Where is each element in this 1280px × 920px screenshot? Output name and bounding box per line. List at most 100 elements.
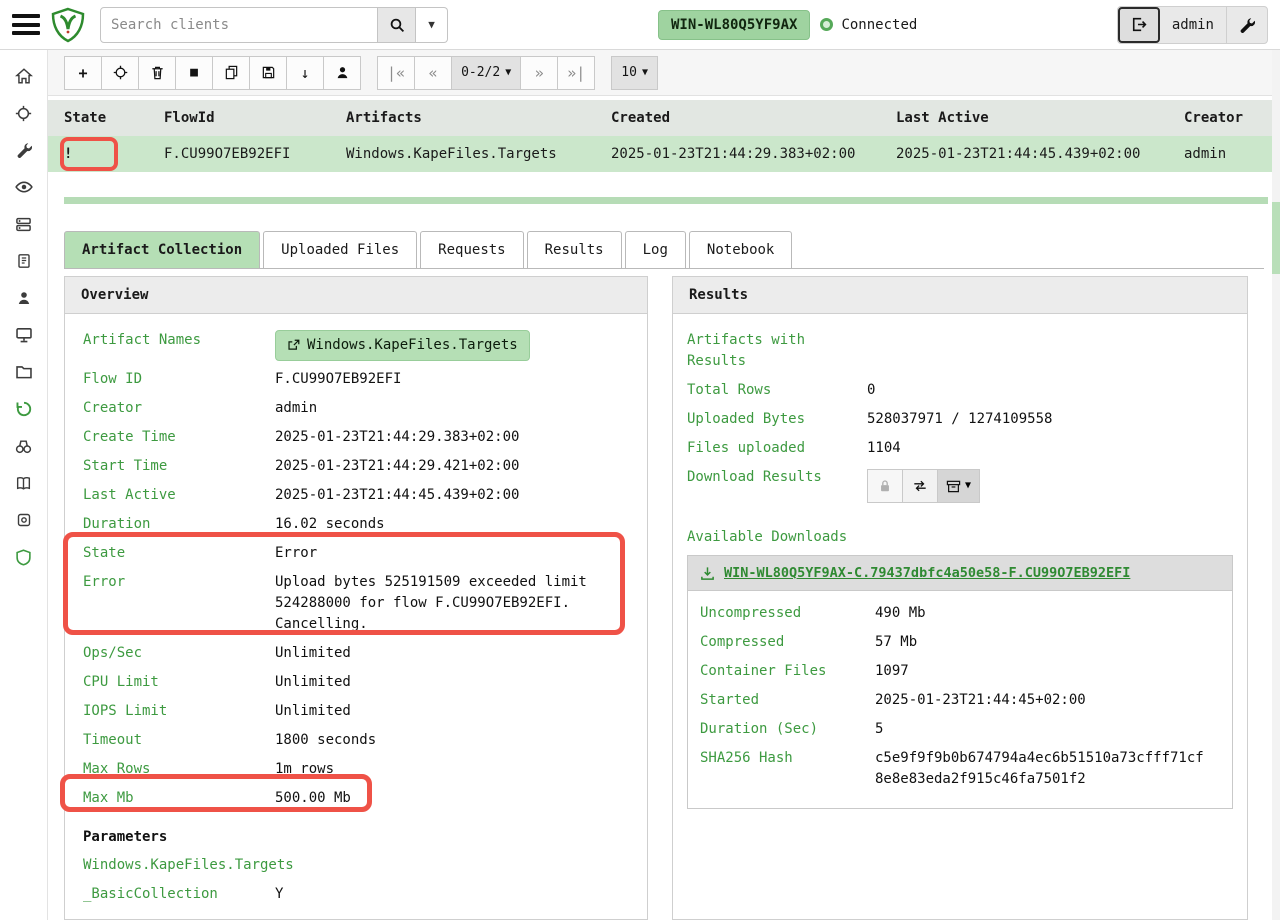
- connection-status: Connected: [820, 17, 917, 33]
- col-last-active[interactable]: Last Active: [880, 110, 1168, 126]
- copy-collection-button[interactable]: [212, 56, 250, 90]
- nav-sidebar: [0, 50, 48, 920]
- swap-arrows-icon: [913, 479, 927, 493]
- search-options-dropdown[interactable]: ▼: [416, 7, 448, 43]
- results-card-title: Results: [673, 277, 1247, 314]
- download-archive-link[interactable]: WIN-WL80Q5YF9AX-C.79437dbfc4a50e58-F.CU9…: [724, 565, 1130, 581]
- users-icon[interactable]: [6, 280, 42, 316]
- state-row: StateError: [65, 539, 647, 568]
- artifacts-cell: Windows.KapeFiles.Targets: [330, 146, 595, 162]
- host-info-icon[interactable]: [6, 317, 42, 353]
- artifact-link-button[interactable]: Windows.KapeFiles.Targets: [275, 330, 530, 361]
- collected-artifacts-icon[interactable]: [6, 391, 42, 427]
- sha256-row: SHA256 Hashc5e9f9f9b0b674794a4ec6b51510a…: [688, 744, 1232, 794]
- shield-icon[interactable]: [6, 539, 42, 575]
- flows-table-header: State FlowId Artifacts Created Last Acti…: [48, 100, 1272, 136]
- first-page-button[interactable]: |«: [377, 56, 415, 90]
- delete-collection-button[interactable]: [138, 56, 176, 90]
- pagination-controls: |« « 0-2/2▼ » »|: [377, 56, 595, 90]
- flow-row-selected[interactable]: ! F.CU99O7EB92EFI Windows.KapeFiles.Targ…: [48, 136, 1272, 172]
- col-flowid[interactable]: FlowId: [148, 110, 330, 126]
- overview-card: Overview Artifact Names Windows.KapeFile…: [64, 276, 648, 920]
- plus-icon: +: [78, 64, 87, 82]
- hamburger-menu-icon[interactable]: [12, 14, 40, 35]
- search-button[interactable]: [378, 7, 416, 43]
- logout-button[interactable]: [1118, 7, 1160, 43]
- flow-id-cell: F.CU99O7EB92EFI: [148, 146, 330, 162]
- last-active-cell: 2025-01-23T21:44:45.439+02:00: [880, 146, 1168, 162]
- person-icon: [335, 65, 350, 80]
- trash-icon: [150, 65, 165, 80]
- download-detail-row: Uncompressed490 Mb: [688, 599, 1232, 628]
- scrollbar-thumb[interactable]: [1272, 202, 1280, 274]
- overview-row: Max Rows1m rows: [65, 755, 647, 784]
- chevron-down-icon: ▼: [428, 18, 435, 31]
- last-page-button[interactable]: »|: [557, 56, 595, 90]
- download-detail-row: Container Files1097: [688, 657, 1232, 686]
- overview-row: Duration16.02 seconds: [65, 510, 647, 539]
- docs-icon[interactable]: [6, 465, 42, 501]
- col-created[interactable]: Created: [595, 110, 880, 126]
- max-mb-row: Max Mb500.00 Mb: [65, 784, 647, 813]
- created-cell: 2025-01-23T21:44:29.383+02:00: [595, 146, 880, 162]
- client-events-icon[interactable]: [6, 428, 42, 464]
- last-page-icon: »|: [567, 64, 585, 82]
- next-page-button[interactable]: »: [520, 56, 558, 90]
- results-row: Files uploaded1104: [673, 434, 1247, 463]
- hunts-icon[interactable]: [6, 95, 42, 131]
- overview-row: Start Time2025-01-23T21:44:29.421+02:00: [65, 452, 647, 481]
- results-row: Total Rows0: [673, 376, 1247, 405]
- col-creator[interactable]: Creator: [1168, 110, 1272, 126]
- tab-log[interactable]: Log: [625, 231, 686, 268]
- expand-sparse-button[interactable]: [902, 469, 938, 503]
- search-icon: [389, 17, 405, 33]
- vfs-icon[interactable]: [6, 354, 42, 390]
- tab-artifact-collection[interactable]: Artifact Collection: [64, 231, 260, 268]
- artifacts-icon[interactable]: [6, 132, 42, 168]
- download-results-row: Download Results ▼: [673, 463, 1247, 507]
- error-state-flag: !: [64, 146, 72, 162]
- vertical-scrollbar[interactable]: [1272, 50, 1280, 920]
- home-icon[interactable]: [6, 58, 42, 94]
- cancel-collection-button[interactable]: ■: [175, 56, 213, 90]
- server-events-icon[interactable]: [6, 206, 42, 242]
- page-size-dropdown[interactable]: 10▼: [611, 56, 658, 90]
- chevron-down-icon: ▼: [965, 481, 971, 491]
- results-row: Uploaded Bytes528037971 / 1274109558: [673, 405, 1247, 434]
- user-settings-button[interactable]: [1227, 7, 1267, 43]
- dashboard-icon[interactable]: [6, 169, 42, 205]
- archive-icon: [946, 479, 961, 494]
- lock-icon: [878, 479, 892, 493]
- download-box-header: WIN-WL80Q5YF9AX-C.79437dbfc4a50e58-F.CU9…: [688, 556, 1232, 591]
- tab-results[interactable]: Results: [527, 231, 622, 268]
- client-id-badge[interactable]: WIN-WL80Q5YF9AX: [658, 10, 810, 40]
- save-collection-button[interactable]: [249, 56, 287, 90]
- tab-notebook[interactable]: Notebook: [689, 231, 792, 268]
- wrench-icon: [1239, 17, 1255, 33]
- results-card: Results Artifacts with Results Total Row…: [672, 276, 1248, 920]
- add-to-hunt-button[interactable]: [101, 56, 139, 90]
- tab-requests[interactable]: Requests: [420, 231, 523, 268]
- download-box: WIN-WL80Q5YF9AX-C.79437dbfc4a50e58-F.CU9…: [687, 555, 1233, 809]
- password-protect-button[interactable]: [867, 469, 903, 503]
- splitter-bar[interactable]: [64, 197, 1268, 204]
- prepare-download-dropdown[interactable]: ▼: [937, 469, 980, 503]
- col-state[interactable]: State: [48, 110, 148, 126]
- assigned-user-button[interactable]: [323, 56, 361, 90]
- flow-action-buttons: + ■ ↓: [64, 56, 361, 90]
- col-artifacts[interactable]: Artifacts: [330, 110, 595, 126]
- new-collection-button[interactable]: +: [64, 56, 102, 90]
- export-button[interactable]: ↓: [286, 56, 324, 90]
- page-range-dropdown[interactable]: 0-2/2▼: [451, 56, 521, 90]
- page-size-group: 10▼: [611, 56, 658, 90]
- velociraptor-logo: [50, 7, 86, 43]
- first-page-icon: |«: [387, 64, 405, 82]
- tab-uploaded-files[interactable]: Uploaded Files: [263, 231, 417, 268]
- server-artifacts-icon[interactable]: [6, 243, 42, 279]
- search-input[interactable]: [100, 7, 378, 43]
- flows-table: State FlowId Artifacts Created Last Acti…: [48, 100, 1272, 172]
- prev-page-button[interactable]: «: [414, 56, 452, 90]
- snapshot-icon[interactable]: [6, 502, 42, 538]
- download-detail-row: Started2025-01-23T21:44:45+02:00: [688, 686, 1232, 715]
- flows-toolbar: + ■ ↓ |« « 0-2/2▼ » »| 10▼: [48, 50, 1272, 96]
